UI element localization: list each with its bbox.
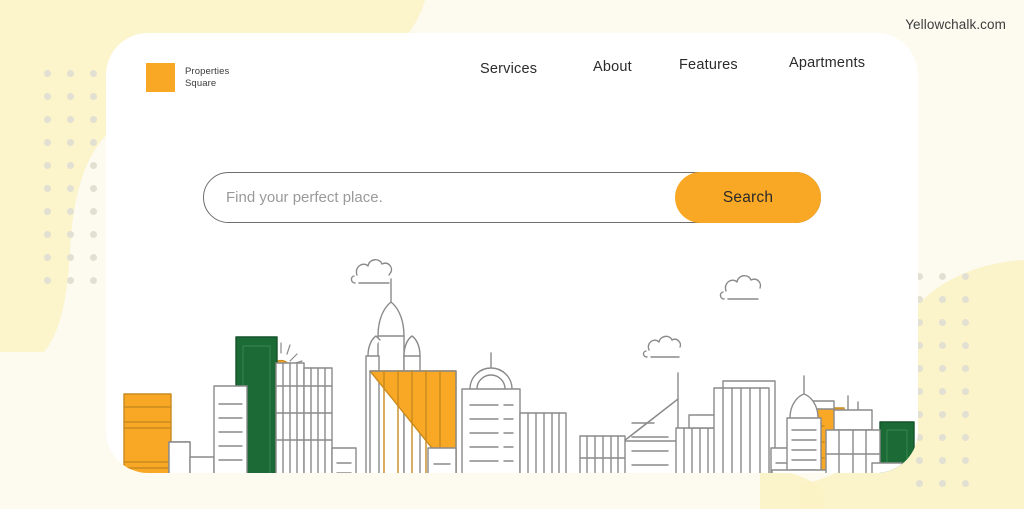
decorative-dot: [67, 208, 74, 215]
search-input[interactable]: [204, 173, 675, 222]
logo-square-icon: [146, 63, 175, 92]
decorative-dot: [939, 411, 946, 418]
brand-logo[interactable]: Properties Square: [146, 63, 229, 92]
decorative-dot: [939, 365, 946, 372]
decorative-dot: [44, 254, 51, 261]
decorative-dot: [44, 93, 51, 100]
decorative-dot: [67, 70, 74, 77]
nav-item-apartments[interactable]: Apartments: [789, 55, 865, 71]
decorative-dot: [962, 319, 969, 326]
nav-item-services[interactable]: Services: [480, 61, 537, 77]
decorative-dot: [962, 434, 969, 441]
decorative-dot: [962, 457, 969, 464]
hero-card: Properties Square Services About Feature…: [106, 33, 918, 473]
decorative-dot: [90, 116, 97, 123]
search-button[interactable]: Search: [675, 172, 821, 223]
decorative-dot: [939, 296, 946, 303]
decorative-dot: [90, 70, 97, 77]
decorative-dot: [939, 273, 946, 280]
decorative-dot: [90, 254, 97, 261]
decorative-dot: [90, 162, 97, 169]
decorative-dot: [939, 480, 946, 487]
decorative-dot: [67, 277, 74, 284]
decorative-dot: [90, 208, 97, 215]
decorative-dot: [916, 480, 923, 487]
decorative-dot: [44, 277, 51, 284]
search-bar: Search: [203, 172, 821, 223]
decorative-dot: [44, 162, 51, 169]
decorative-dot: [90, 93, 97, 100]
decorative-dot: [67, 162, 74, 169]
decorative-dot: [67, 93, 74, 100]
decorative-dot: [90, 185, 97, 192]
decorative-dot: [962, 480, 969, 487]
decorative-dot: [939, 319, 946, 326]
decorative-dot: [939, 434, 946, 441]
screenshot-root: Yellowchalk.com Properties Square Servic…: [0, 0, 1024, 509]
logo-name: Properties Square: [185, 66, 229, 89]
watermark-text: Yellowchalk.com: [905, 17, 1006, 32]
decorative-dot: [90, 231, 97, 238]
decorative-dot: [67, 231, 74, 238]
decorative-dot: [44, 70, 51, 77]
decorative-dot: [44, 139, 51, 146]
decorative-dot: [962, 342, 969, 349]
decorative-dot: [962, 273, 969, 280]
decorative-dot: [962, 388, 969, 395]
nav-item-features[interactable]: Features: [679, 57, 738, 73]
decorative-dot: [44, 116, 51, 123]
decorative-dot: [939, 388, 946, 395]
main-navigation: Services About Features Apartments: [436, 33, 896, 103]
decorative-dot: [67, 139, 74, 146]
decorative-dot: [939, 457, 946, 464]
decorative-dot: [67, 116, 74, 123]
decorative-dot: [90, 139, 97, 146]
decorative-dot: [67, 185, 74, 192]
decorative-dot: [939, 342, 946, 349]
decorative-dot: [44, 185, 51, 192]
decorative-dot: [962, 365, 969, 372]
decorative-dot: [90, 277, 97, 284]
ground-line: [106, 258, 918, 473]
decorative-dot: [44, 231, 51, 238]
decorative-dot: [962, 411, 969, 418]
decorative-dot: [67, 254, 74, 261]
nav-item-about[interactable]: About: [593, 59, 632, 75]
decorative-dot: [962, 296, 969, 303]
decorative-dot: [44, 208, 51, 215]
